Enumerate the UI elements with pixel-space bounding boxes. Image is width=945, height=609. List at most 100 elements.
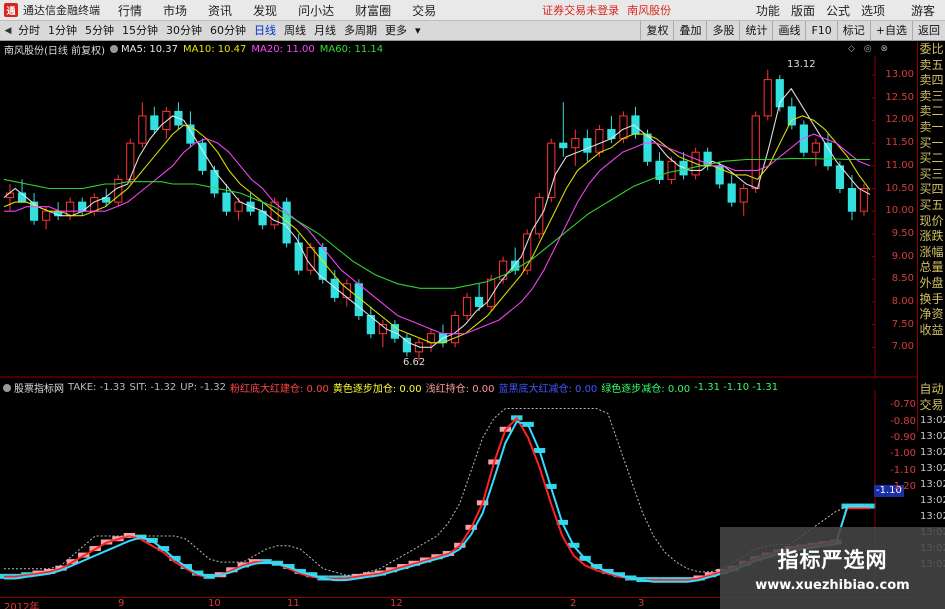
quote-field-label[interactable]: 收益 — [918, 323, 945, 339]
period-tab-5min[interactable]: 5分钟 — [81, 21, 118, 41]
candle — [294, 233, 303, 275]
indicator-tick-label: -1.10 — [890, 464, 916, 476]
candle — [198, 138, 207, 175]
quote-field-label[interactable]: 卖三 — [918, 89, 945, 105]
quote-field-label[interactable]: 现价 — [918, 214, 945, 230]
quote-field-label[interactable]: 卖一 — [918, 120, 945, 136]
panel-controls[interactable]: ◇ ◎ ⊗ — [848, 44, 891, 54]
overlay-button[interactable]: 叠加 — [673, 21, 706, 41]
candle-body — [150, 115, 159, 131]
quote-field-label[interactable]: 买五 — [918, 198, 945, 214]
menu-layout[interactable]: 版面 — [791, 2, 815, 19]
auto-trade-label[interactable]: 自动 — [918, 381, 945, 397]
ma60-label: MA60: 11.14 — [319, 43, 384, 55]
trade-time: 13:02 — [920, 511, 945, 522]
quote-field-label[interactable]: 外盘 — [918, 276, 945, 292]
trade-time: 13:02 — [920, 463, 945, 474]
candle — [499, 256, 508, 284]
candle — [450, 311, 460, 348]
candle — [727, 174, 736, 207]
period-tab-60min[interactable]: 60分钟 — [206, 21, 250, 41]
period-tab-weekly[interactable]: 周线 — [280, 21, 310, 41]
candle — [426, 329, 436, 352]
price-tick-label: 10.50 — [885, 182, 914, 194]
period-tab-monthly[interactable]: 月线 — [310, 21, 340, 41]
quote-field-label[interactable]: 买一 — [918, 136, 945, 152]
candle — [535, 193, 544, 239]
menu-function[interactable]: 功能 — [756, 2, 780, 19]
f10-button[interactable]: F10 — [805, 21, 836, 41]
quote-field-label[interactable]: 涨幅 — [918, 245, 945, 261]
kline-chart[interactable] — [0, 56, 917, 378]
candle-body — [234, 201, 243, 212]
back-button[interactable]: 返回 — [912, 21, 945, 41]
guest-label[interactable]: 游客 — [911, 2, 935, 19]
quote-field-label[interactable]: 买二 — [918, 151, 945, 167]
candle — [174, 102, 183, 130]
period-tab-1min[interactable]: 1分钟 — [44, 21, 81, 41]
candle — [282, 197, 291, 248]
quote-field-label[interactable]: 总量 — [918, 260, 945, 276]
quote-field-label[interactable]: 卖五 — [918, 58, 945, 74]
menu-quotes[interactable]: 行情 — [118, 2, 142, 19]
candle-body — [811, 142, 820, 153]
settings-dot-icon[interactable] — [109, 45, 118, 53]
period-tab-more[interactable]: 更多 — [381, 21, 411, 41]
candle — [402, 333, 412, 357]
price-tick-label: 12.00 — [885, 114, 914, 126]
quote-field-label[interactable]: 卖二 — [918, 104, 945, 120]
candle-body — [474, 296, 484, 307]
indicator-tick-label: -0.80 — [890, 415, 916, 427]
candle-body — [306, 246, 315, 271]
time-tick-label: 2012年 — [4, 602, 40, 609]
trade-time: 13:02 — [920, 479, 945, 490]
quote-field-label[interactable]: 买四 — [918, 182, 945, 198]
watermark-title: 指标严选网 — [777, 547, 888, 572]
indicator-tick-label: -1.20 — [890, 480, 916, 492]
quote-sidepanel: 委比 卖五 卖四 卖三 卖二 卖一 买一 买二 买三 买四 买五 现价 涨跌 涨幅 总量 外盘 换手 净资 收益 — [917, 42, 945, 388]
scroll-left-icon[interactable]: ◀ — [2, 26, 14, 36]
add-watchlist-button[interactable]: +自选 — [869, 21, 912, 41]
menu-discover[interactable]: 发现 — [253, 2, 277, 19]
price-tick-label: 9.00 — [891, 250, 914, 262]
period-tab-30min[interactable]: 30分钟 — [162, 21, 206, 41]
menu-formula[interactable]: 公式 — [826, 2, 850, 19]
period-tab-multi[interactable]: 多周期 — [340, 21, 381, 41]
quote-field-label[interactable]: 净资 — [918, 307, 945, 323]
price-tick-label: 13.00 — [885, 69, 914, 81]
menu-market[interactable]: 市场 — [163, 2, 187, 19]
price-tick-label: 9.50 — [891, 227, 914, 239]
menu-news[interactable]: 资讯 — [208, 2, 232, 19]
quote-field-label[interactable]: 委比 — [918, 42, 945, 58]
candle — [679, 152, 688, 180]
price-tick-label: 7.00 — [891, 341, 914, 353]
period-toolbar: ◀ 分时 1分钟 5分钟 15分钟 30分钟 60分钟 日线 周线 月线 多周期… — [0, 21, 945, 41]
menu-wealth[interactable]: 财富圈 — [355, 2, 391, 19]
quote-field-label[interactable]: 买三 — [918, 167, 945, 183]
watermark-url: www.xuezhibiao.com — [755, 577, 910, 593]
menu-trade[interactable]: 交易 — [412, 2, 436, 19]
candle — [559, 102, 568, 157]
period-tab-daily[interactable]: 日线 — [250, 21, 280, 41]
candle-body — [571, 138, 580, 149]
candle-body — [559, 142, 568, 149]
menu-options[interactable]: 选项 — [861, 2, 885, 19]
chevron-down-icon[interactable]: ▾ — [411, 24, 425, 37]
quote-field-label[interactable]: 涨跌 — [918, 229, 945, 245]
statistics-button[interactable]: 统计 — [739, 21, 772, 41]
period-tab-timeshare[interactable]: 分时 — [14, 21, 44, 41]
candle-body — [619, 115, 628, 140]
candle-body — [823, 142, 833, 167]
quote-field-label[interactable]: 卖四 — [918, 73, 945, 89]
mark-button[interactable]: 标记 — [836, 21, 870, 41]
draw-line-button[interactable]: 画线 — [772, 21, 805, 41]
menu-ask[interactable]: 问小达 — [298, 2, 334, 19]
period-tab-15min[interactable]: 15分钟 — [118, 21, 162, 41]
time-tick-label: 11 — [287, 598, 300, 609]
multi-stock-button[interactable]: 多股 — [706, 21, 739, 41]
login-status[interactable]: 证券交易未登录 — [542, 2, 619, 18]
adjust-button[interactable]: 复权 — [640, 21, 673, 41]
auto-trade-label[interactable]: 交易 — [918, 397, 945, 413]
quote-field-label[interactable]: 换手 — [918, 292, 945, 308]
candle — [258, 202, 267, 230]
